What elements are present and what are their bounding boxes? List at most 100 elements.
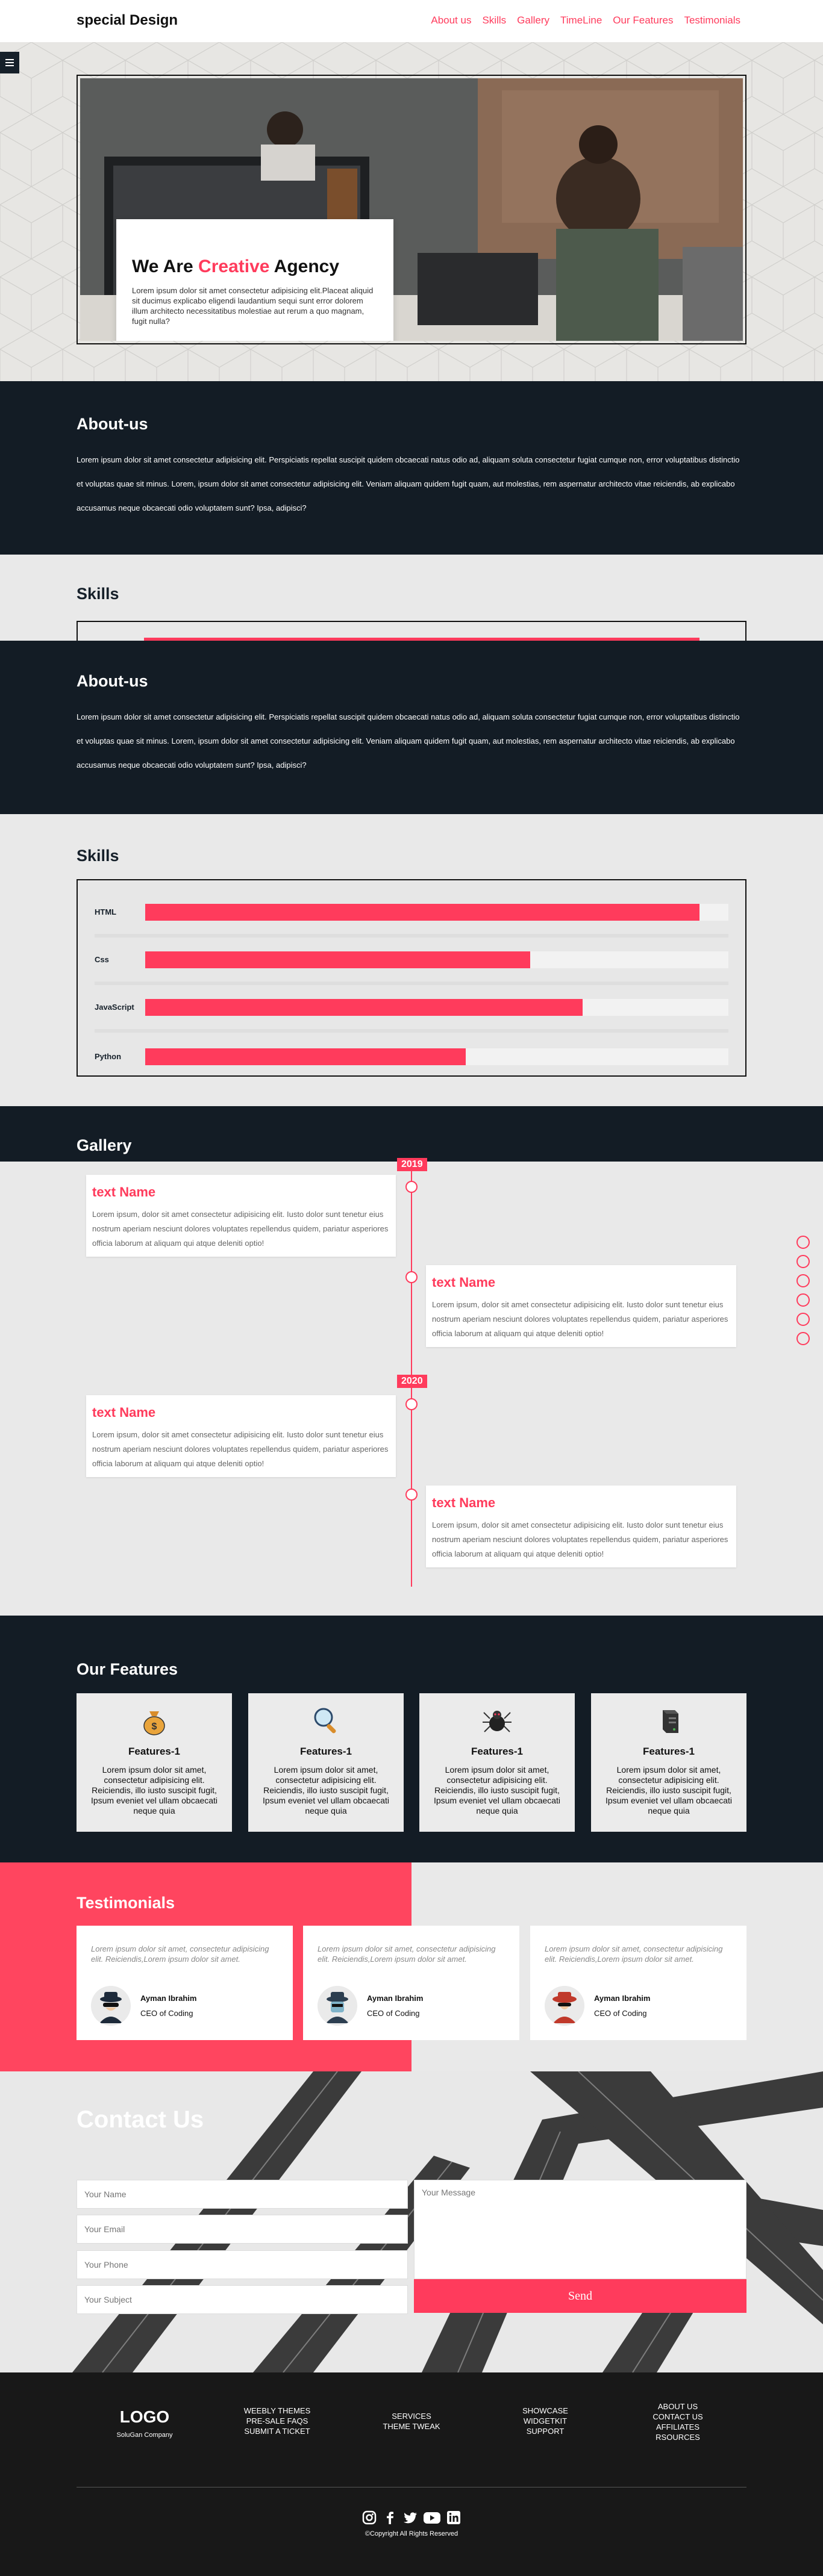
nav-bullet[interactable] (796, 1332, 810, 1345)
nav-skills[interactable]: Skills (482, 14, 506, 26)
timeline-dot (405, 1489, 418, 1501)
skill-row-css: Css (95, 938, 728, 985)
hero-title-prefix: We Are (132, 257, 199, 276)
about-text: Lorem ipsum dolor sit amet consectetur a… (77, 455, 740, 512)
copyright-text: ©Copyright All Rights Reserved (365, 2530, 458, 2537)
facebook-icon[interactable] (382, 2510, 398, 2525)
server-icon (663, 1710, 678, 1733)
footer-link[interactable]: CONTACT US (639, 2412, 717, 2422)
skill-name: JavaScript (95, 1003, 134, 1012)
skills-title: Skills (77, 847, 119, 865)
nav-our-features[interactable]: Our Features (613, 14, 673, 26)
footer-link[interactable]: AFFILIATES (639, 2422, 717, 2432)
nav-about-us[interactable]: About us (431, 14, 471, 26)
footer-link[interactable]: SERVICES (372, 2411, 451, 2421)
hamburger-menu-icon[interactable] (0, 52, 19, 73)
timeline-section: 2019 2020 text Name Lorem ipsum, dolor s… (0, 1158, 823, 1616)
feature-title: Features-1 (128, 1746, 180, 1757)
skills-section: Skills HTML Css JavaScript Python (0, 814, 823, 1106)
testimonials-title: Testimonials (77, 1894, 175, 1912)
feature-card: Features-1 Lorem ipsum dolor sit amet, c… (248, 1693, 404, 1832)
skills-box: HTML Css JavaScript Python (77, 879, 746, 1077)
testimonial-quote: Lorem ipsum dolor sit amet, consectetur … (318, 1944, 496, 1964)
feature-title: Features-1 (643, 1746, 695, 1757)
skill-fill-css (145, 951, 530, 968)
twitter-icon[interactable] (402, 2510, 418, 2525)
about-text: Lorem ipsum dolor sit amet consectetur a… (77, 712, 740, 770)
feature-card: $ Features-1 Lorem ipsum dolor sit amet,… (77, 1693, 232, 1832)
gallery-header: Gallery (0, 1106, 823, 1162)
testimonial-quote: Lorem ipsum dolor sit amet, consectetur … (545, 1944, 723, 1964)
testimonial-role: CEO of Coding (594, 2009, 647, 2018)
site-header: special Design About us Skills Gallery T… (0, 0, 823, 42)
hero-title-highlight: Creative (198, 257, 270, 276)
timeline-year-2020: 2020 (397, 1375, 427, 1388)
woman-spy-avatar-icon (545, 1986, 584, 2026)
linkedin-icon[interactable] (446, 2510, 462, 2525)
testimonial-quote: Lorem ipsum dolor sit amet, consectetur … (91, 1944, 269, 1964)
footer-link[interactable]: SHOWCASE (506, 2406, 584, 2416)
testimonial-name: Ayman Ibrahim (367, 1994, 424, 2003)
testimonial-card: Lorem ipsum dolor sit amet, consectetur … (77, 1926, 293, 2040)
timeline-card-title: text Name (92, 1405, 156, 1420)
nav-bullet[interactable] (796, 1293, 810, 1307)
site-footer: LOGO SoluGan Company WEEBLY THEMES PRE-S… (0, 2372, 823, 2576)
footer-link[interactable]: SUBMIT A TICKET (238, 2426, 316, 2436)
footer-link[interactable]: SUPPORT (506, 2426, 584, 2436)
testimonial-role: CEO of Coding (367, 2009, 420, 2018)
footer-link[interactable]: WEEBLY THEMES (238, 2406, 316, 2416)
page-nav-bullets (796, 1236, 810, 1345)
footer-logo[interactable]: LOGO (96, 2407, 193, 2427)
timeline-line (411, 1162, 412, 1587)
hero-title: We Are Creative Agency (132, 257, 378, 277)
hero-description: Lorem ipsum dolor sit amet consectetur a… (132, 286, 374, 326)
subject-input[interactable] (77, 2285, 408, 2314)
footer-link[interactable]: ABOUT US (639, 2401, 717, 2412)
footer-link[interactable]: WIDGETKIT (506, 2416, 584, 2426)
timeline-dot (405, 1181, 418, 1193)
instagram-icon[interactable] (361, 2510, 377, 2525)
skill-fill-html (145, 903, 699, 921)
footer-company: SoluGan Company (116, 2431, 173, 2439)
skills-title: Skills (77, 585, 119, 603)
email-input[interactable] (77, 2215, 408, 2244)
phone-input[interactable] (77, 2250, 408, 2279)
skills-section-partial: Skills (0, 555, 823, 641)
feature-title: Features-1 (471, 1746, 523, 1757)
testimonial-card: Lorem ipsum dolor sit amet, consectetur … (303, 1926, 519, 2040)
feature-title: Features-1 (300, 1746, 352, 1757)
timeline-card-text: Lorem ipsum, dolor sit amet consectetur … (432, 1520, 728, 1558)
features-title: Our Features (77, 1660, 178, 1678)
footer-link[interactable]: PRE-SALE FAQS (238, 2416, 316, 2426)
nav-testimonials[interactable]: Testimonials (684, 14, 740, 26)
about-title: About-us (77, 672, 148, 690)
footer-link[interactable]: RSOURCES (639, 2432, 717, 2442)
testimonial-name: Ayman Ibrahim (594, 1994, 651, 2003)
nav-gallery[interactable]: Gallery (517, 14, 549, 26)
feature-text: Lorem ipsum dolor sit amet, consectetur … (433, 1765, 561, 1815)
message-textarea[interactable] (414, 2180, 746, 2279)
nav-bullet[interactable] (796, 1255, 810, 1268)
send-button[interactable]: Send (414, 2279, 746, 2313)
nav-bullet[interactable] (796, 1236, 810, 1249)
youtube-icon[interactable] (423, 2510, 441, 2525)
timeline-card: text Name Lorem ipsum, dolor sit amet co… (426, 1265, 736, 1347)
testimonial-name: Ayman Ibrahim (140, 1994, 197, 2003)
feature-text: Lorem ipsum dolor sit amet, consectetur … (605, 1765, 733, 1815)
magnifier-icon (314, 1708, 336, 1734)
testimonial-card: Lorem ipsum dolor sit amet, consectetur … (530, 1926, 746, 2040)
footer-link[interactable]: THEME TWEAK (372, 2421, 451, 2431)
footer-links-2: SERVICES THEME TWEAK (372, 2411, 451, 2431)
site-logo[interactable]: special Design (77, 12, 178, 29)
nav-bullet[interactable] (796, 1313, 810, 1326)
hero-office-photo: We Are Creative Agency Lorem ipsum dolor… (80, 78, 743, 341)
skill-track (145, 903, 728, 921)
name-input[interactable] (77, 2180, 408, 2209)
money-bag-icon: $ (143, 1711, 165, 1735)
social-icons (0, 2510, 823, 2525)
nav-bullet[interactable] (796, 1274, 810, 1287)
footer-links-4: ABOUT US CONTACT US AFFILIATES RSOURCES (639, 2401, 717, 2442)
testimonial-author: Ayman Ibrahim CEO of Coding (318, 1986, 423, 2026)
nav-timeline[interactable]: TimeLine (560, 14, 602, 26)
timeline-card-text: Lorem ipsum, dolor sit amet consectetur … (432, 1300, 728, 1338)
